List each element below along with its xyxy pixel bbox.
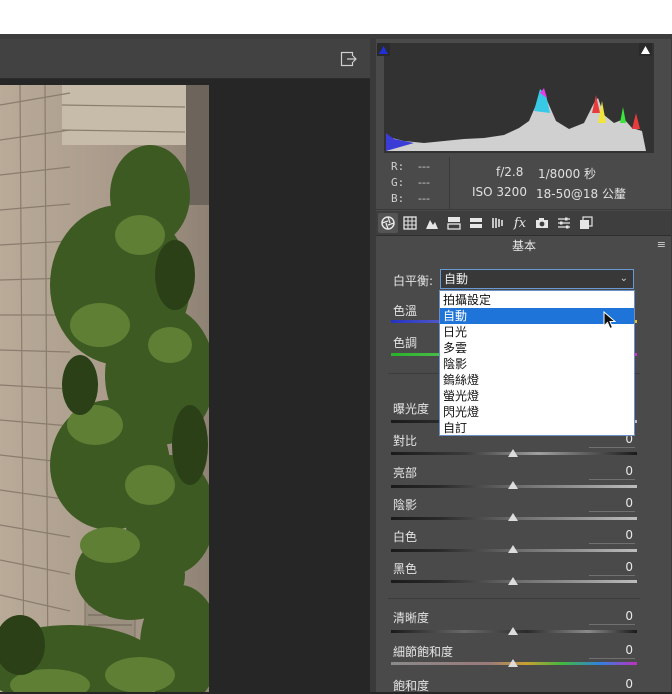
vibrance-value-underline — [589, 658, 635, 659]
panel-tabs: fx — [376, 211, 672, 236]
tint-label: 色調 — [393, 336, 418, 350]
wb-option[interactable]: 螢光燈 — [440, 388, 634, 404]
info-bar: R: --- G: --- B: --- f/2.8 1/8000 秒 ISO … — [376, 157, 672, 210]
panel-menu-icon[interactable]: ≡ — [657, 238, 666, 251]
histogram-graph — [386, 88, 646, 151]
iso-text: ISO 3200 — [472, 185, 527, 199]
wb-option[interactable]: 鎢絲燈 — [440, 372, 634, 388]
white-balance-select[interactable]: 自動 ⌄ — [440, 269, 634, 289]
temp-label: 色溫 — [393, 304, 418, 318]
panel-title: 基本 — [511, 239, 536, 253]
clarity-value-underline — [589, 624, 635, 625]
wb-option[interactable]: 陰影 — [440, 356, 634, 372]
aperture-icon[interactable] — [378, 213, 398, 233]
clarity-label: 清晰度 — [393, 611, 430, 625]
mouse-cursor-icon — [603, 311, 617, 330]
shadow-clipping-icon[interactable] — [377, 43, 390, 56]
blacks-slider-thumb[interactable] — [508, 577, 518, 585]
grid-icon[interactable] — [400, 213, 420, 233]
shadows-label: 陰影 — [393, 498, 418, 512]
info-separator — [449, 157, 450, 209]
white-balance-label: 白平衡: — [393, 274, 434, 288]
whites-label: 白色 — [393, 530, 418, 544]
aperture-text: f/2.8 — [496, 165, 524, 179]
vibrance-slider-thumb[interactable] — [508, 659, 518, 667]
shadows-slider-thumb[interactable] — [508, 513, 518, 521]
sliders-icon[interactable] — [554, 213, 574, 233]
saturation-label: 飽和度 — [393, 679, 430, 693]
contrast-label: 對比 — [393, 434, 418, 448]
saturation-value[interactable]: 0 — [591, 677, 633, 691]
histogram — [384, 43, 654, 153]
r-label: R: — [391, 160, 405, 173]
exposure-label: 曝光度 — [393, 402, 430, 416]
b-label: B: — [391, 192, 405, 205]
clarity-value[interactable]: 0 — [591, 609, 633, 623]
r-value: --- — [418, 160, 430, 173]
preview-header — [0, 39, 370, 79]
vibrance-label: 細節飽和度 — [393, 645, 454, 659]
shadows-value[interactable]: 0 — [591, 496, 633, 510]
wb-option[interactable]: 自訂 — [440, 420, 634, 436]
group-separator — [388, 598, 640, 599]
whites-slider-thumb[interactable] — [508, 545, 518, 553]
highlights-slider-thumb[interactable] — [508, 481, 518, 489]
highlights-value-underline — [589, 479, 635, 480]
wb-option[interactable]: 閃光燈 — [440, 404, 634, 420]
blacks-label: 黑色 — [393, 562, 418, 576]
detail-icon[interactable] — [488, 213, 508, 233]
camera-icon[interactable] — [532, 213, 552, 233]
clarity-slider-thumb[interactable] — [508, 627, 518, 635]
hsl-icon[interactable] — [466, 213, 486, 233]
mountain-icon[interactable] — [422, 213, 442, 233]
photo-preview — [0, 85, 209, 692]
vibrance-value[interactable]: 0 — [591, 643, 633, 657]
highlights-value[interactable]: 0 — [591, 464, 633, 478]
b-value: --- — [418, 192, 430, 205]
g-label: G: — [391, 176, 405, 189]
lens-text: 18-50@18 公釐 — [536, 187, 626, 201]
split-icon[interactable] — [444, 213, 464, 233]
blacks-value[interactable]: 0 — [591, 560, 633, 574]
shutter-text: 1/8000 秒 — [538, 167, 597, 181]
shadows-value-underline — [589, 511, 635, 512]
white-balance-value: 自動 — [444, 272, 469, 286]
blacks-value-underline — [589, 575, 635, 576]
whites-value[interactable]: 0 — [591, 528, 633, 542]
whites-value-underline — [589, 543, 635, 544]
fx-icon[interactable]: fx — [510, 213, 530, 233]
preview-canvas — [0, 79, 370, 692]
presets-icon[interactable] — [576, 213, 596, 233]
highlights-label: 亮部 — [393, 466, 418, 480]
wb-option[interactable]: 拍攝設定 — [440, 292, 634, 308]
photo-image — [0, 85, 209, 692]
contrast-value-underline — [589, 447, 635, 448]
app-top-bar — [0, 0, 672, 34]
export-icon[interactable] — [340, 50, 358, 68]
wb-option[interactable]: 多雲 — [440, 340, 634, 356]
highlight-clipping-icon[interactable] — [639, 43, 652, 56]
chevron-down-icon: ⌄ — [619, 273, 628, 284]
contrast-slider-thumb[interactable] — [508, 449, 518, 457]
g-value: --- — [418, 176, 430, 189]
